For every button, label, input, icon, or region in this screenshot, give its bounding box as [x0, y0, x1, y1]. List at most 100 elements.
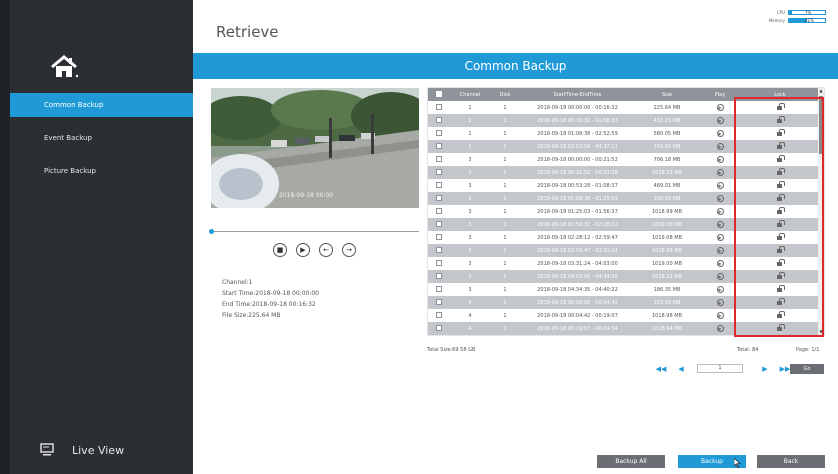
lock-icon[interactable] [777, 323, 785, 331]
live-view-button[interactable]: Live View [40, 438, 124, 462]
table-row[interactable]: 3 1 2018-09-18 01:56:37 - 02:28:12 1019.00 … [428, 218, 819, 231]
play-circle-icon[interactable]: ▶ [716, 208, 724, 215]
lock-icon[interactable] [777, 141, 785, 149]
table-row[interactable]: 3 1 2018-09-18 03:31:24 - 04:03:00 1019.00 … [428, 257, 819, 270]
row-checkbox[interactable] [436, 273, 442, 280]
scroll-thumb[interactable] [819, 96, 823, 154]
row-checkbox[interactable] [436, 104, 442, 111]
row-checkbox[interactable] [436, 221, 442, 228]
lock-icon[interactable] [777, 310, 785, 318]
lock-icon[interactable] [777, 284, 785, 292]
play-circle-icon[interactable]: ▶ [716, 195, 724, 202]
select-all-checkbox[interactable] [436, 91, 442, 98]
row-checkbox[interactable] [436, 325, 442, 332]
lock-icon[interactable] [777, 232, 785, 240]
prev-page-icon[interactable]: ◀ [675, 365, 687, 373]
play-circle-icon[interactable]: ▶ [716, 273, 724, 280]
table-row[interactable]: 4 1 2018-09-18 00:04:42 - 00:19:07 1018.98 … [428, 309, 819, 322]
seek-handle[interactable] [209, 229, 214, 234]
row-checkbox[interactable] [436, 260, 442, 267]
table-row[interactable]: 4 1 2018-09-18 00:00:00 - 00:04:42 315.56 M… [428, 296, 819, 309]
play-circle-icon[interactable]: ▶ [716, 312, 724, 319]
column-header-time[interactable]: StartTime-EndTime [520, 88, 635, 101]
row-checkbox[interactable] [436, 156, 442, 163]
play-circle-icon[interactable]: ▶ [716, 260, 724, 267]
row-checkbox[interactable] [436, 247, 442, 254]
page-number-input[interactable]: 1 [697, 364, 743, 373]
lock-icon[interactable] [777, 206, 785, 214]
table-row[interactable]: 1 1 2018-09-18 00:00:00 - 00:16:32 225.64 M… [428, 101, 819, 114]
lock-icon[interactable] [777, 180, 785, 188]
row-checkbox[interactable] [436, 195, 442, 202]
playback-seek-bar[interactable] [209, 229, 419, 235]
lock-icon[interactable] [777, 115, 785, 123]
play-circle-icon[interactable]: ▶ [716, 117, 724, 124]
lock-icon[interactable] [777, 271, 785, 279]
row-checkbox[interactable] [436, 208, 442, 215]
row-checkbox[interactable] [436, 117, 442, 124]
lock-icon[interactable] [777, 193, 785, 201]
row-checkbox[interactable] [436, 234, 442, 241]
table-row[interactable]: 3 1 2018-09-18 02:28:12 - 02:59:47 1019.08 … [428, 231, 819, 244]
row-checkbox[interactable] [436, 143, 442, 150]
play-circle-icon[interactable]: ▶ [716, 169, 724, 176]
table-scrollbar[interactable]: ▲ ▼ [818, 88, 824, 335]
table-row[interactable]: 3 1 2018-09-18 00:21:52 - 00:53:28 1019.13 … [428, 166, 819, 179]
table-row[interactable]: 3 1 2018-09-18 00:53:28 - 01:08:37 489.01 M… [428, 179, 819, 192]
row-checkbox[interactable] [436, 182, 442, 189]
lock-icon[interactable] [777, 219, 785, 227]
step-back-icon[interactable]: ← [319, 243, 333, 257]
lock-icon[interactable] [777, 297, 785, 305]
stop-icon[interactable]: ■ [273, 243, 287, 257]
next-page-icon[interactable]: ▶ [759, 365, 771, 373]
row-checkbox[interactable] [436, 299, 442, 306]
sidebar-item-picture-backup[interactable]: Picture Backup [10, 159, 193, 183]
table-row[interactable]: 1 1 2018-09-18 00:16:32 - 01:08:37 437.23 M… [428, 114, 819, 127]
column-header-disk[interactable]: Disk [490, 88, 520, 101]
video-preview[interactable]: 2018-09-18 00:00 [211, 88, 419, 208]
lock-icon[interactable] [777, 245, 785, 253]
back-button[interactable]: Back [757, 455, 825, 468]
backup-all-button[interactable]: Backup All [597, 455, 665, 468]
first-page-icon[interactable]: ◀◀ [655, 365, 667, 373]
play-circle-icon[interactable]: ▶ [716, 130, 724, 137]
table-row[interactable]: 3 1 2018-09-18 00:00:00 - 00:21:52 706.18 M… [428, 153, 819, 166]
lock-icon[interactable] [777, 258, 785, 266]
lock-icon[interactable] [777, 154, 785, 162]
row-checkbox[interactable] [436, 286, 442, 293]
play-circle-icon[interactable]: ▶ [716, 104, 724, 111]
lock-icon[interactable] [777, 167, 785, 175]
table-row[interactable]: 3 1 2018-09-18 02:59:47 - 03:31:24 1018.99 … [428, 244, 819, 257]
play-icon[interactable]: ▶ [296, 243, 310, 257]
play-circle-icon[interactable]: ▶ [716, 156, 724, 163]
table-row[interactable]: 3 1 2018-09-18 01:08:38 - 01:25:03 330.09 M… [428, 192, 819, 205]
home-icon[interactable] [50, 54, 90, 84]
row-checkbox[interactable] [436, 169, 442, 176]
play-circle-icon[interactable]: ▶ [716, 143, 724, 150]
scroll-up-icon[interactable]: ▲ [818, 88, 824, 94]
row-checkbox[interactable] [436, 130, 442, 137]
table-row[interactable]: 4 1 2018-09-18 00:19:07 - 00:34:14 1018.94 … [428, 322, 819, 335]
step-forward-icon[interactable]: → [342, 243, 356, 257]
play-circle-icon[interactable]: ▶ [716, 286, 724, 293]
table-row[interactable]: 1 1 2018-09-18 01:08:38 - 02:52:59 580.05 M… [428, 127, 819, 140]
play-circle-icon[interactable]: ▶ [716, 234, 724, 241]
play-circle-icon[interactable]: ▶ [716, 182, 724, 189]
scroll-down-icon[interactable]: ▼ [818, 329, 824, 335]
table-row[interactable]: 1 1 2018-09-18 02:52:59 - 04:37:11 250.60 M… [428, 140, 819, 153]
play-circle-icon[interactable]: ▶ [716, 221, 724, 228]
play-circle-icon[interactable]: ▶ [716, 299, 724, 306]
table-row[interactable]: 3 1 2018-09-18 04:34:35 - 04:40:22 186.35 M… [428, 283, 819, 296]
lock-icon[interactable] [777, 102, 785, 110]
sidebar-item-event-backup[interactable]: Event Backup [10, 126, 193, 150]
go-button[interactable]: Go [790, 364, 824, 374]
play-circle-icon[interactable]: ▶ [716, 325, 724, 332]
sidebar-item-common-backup[interactable]: Common Backup [10, 93, 193, 117]
row-checkbox[interactable] [436, 312, 442, 319]
lock-icon[interactable] [777, 128, 785, 136]
column-header-size[interactable]: Size [635, 88, 699, 101]
table-row[interactable]: 3 1 2018-09-18 04:03:00 - 04:34:35 1019.12 … [428, 270, 819, 283]
table-row[interactable]: 3 1 2018-09-18 01:25:03 - 01:56:37 1018.99 … [428, 205, 819, 218]
column-header-channel[interactable]: Channel [450, 88, 490, 101]
play-circle-icon[interactable]: ▶ [716, 247, 724, 254]
